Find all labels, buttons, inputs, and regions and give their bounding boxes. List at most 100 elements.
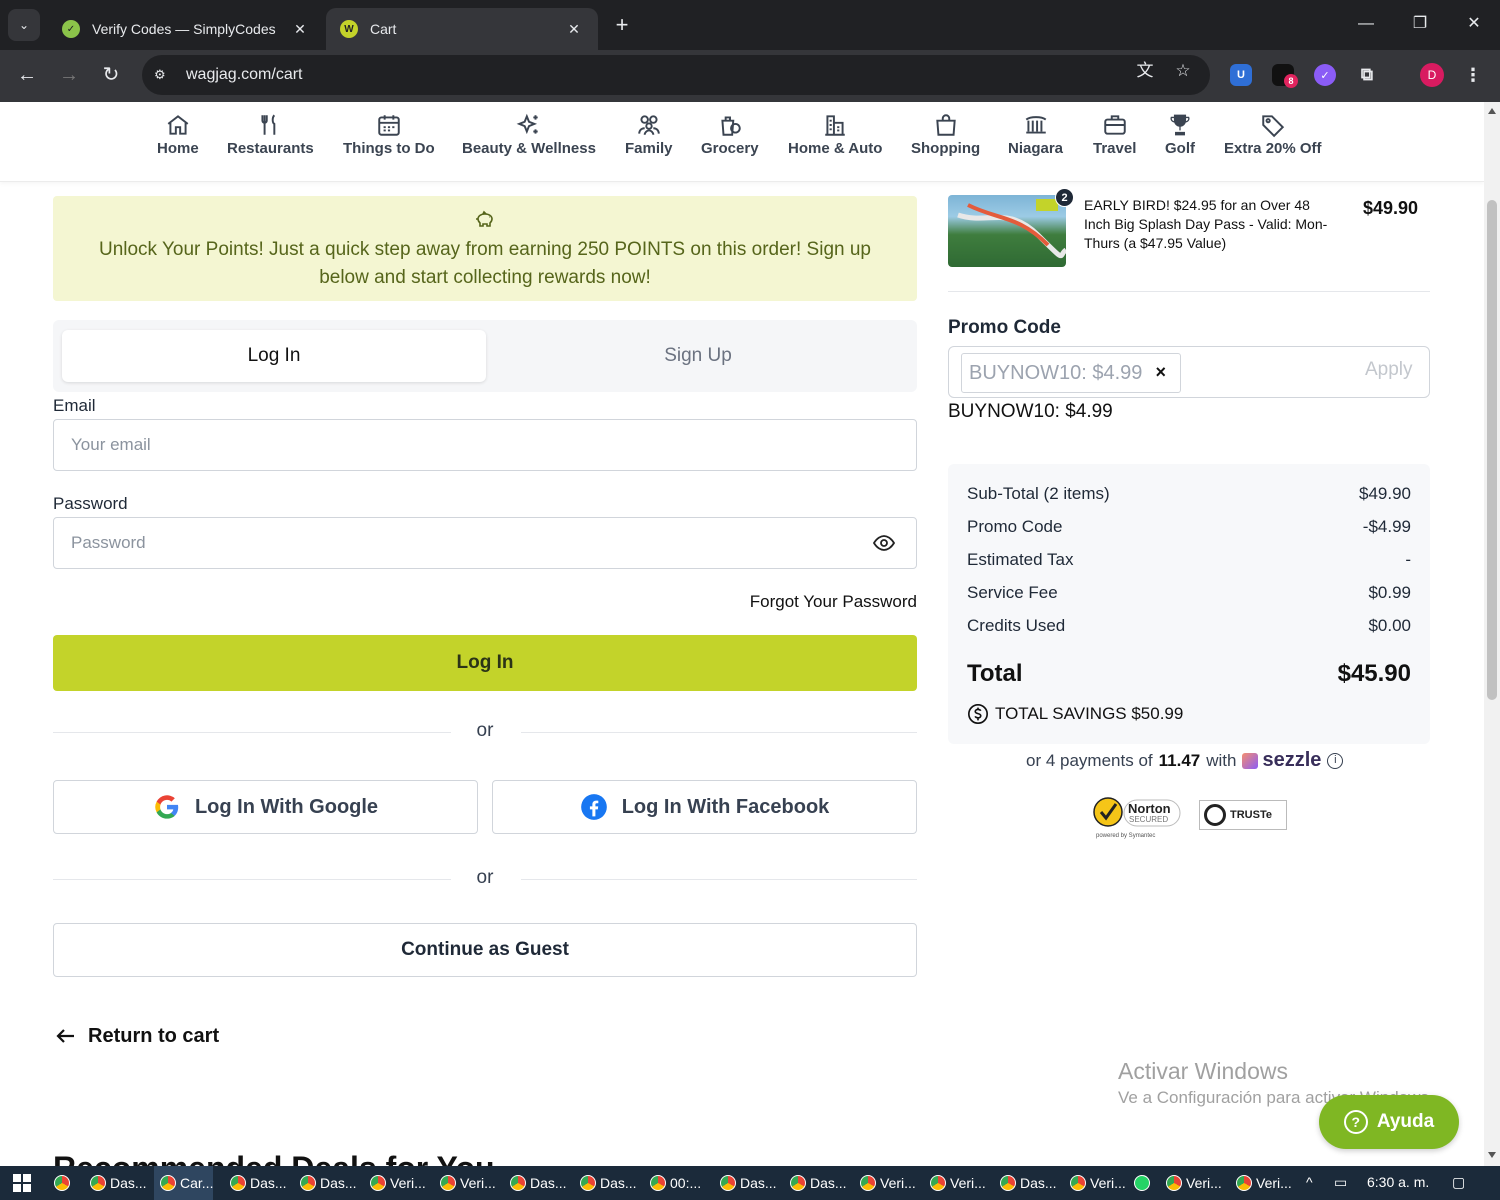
tab-log-in[interactable]: Log In [62, 330, 486, 382]
nav-label: Things to Do [343, 140, 435, 157]
log-in-button[interactable]: Log In [53, 635, 917, 691]
show-password-eye-icon[interactable] [872, 531, 896, 555]
window-close-icon[interactable]: ✕ [1454, 10, 1494, 40]
tab-title: Verify Codes — SimplyCodes [92, 21, 276, 37]
taskbar-item[interactable]: Veri... [434, 1166, 496, 1200]
summary-row: Estimated Tax - [967, 550, 1411, 570]
minimize-icon[interactable]: — [1346, 10, 1386, 40]
nav-label: Extra 20% Off [1224, 140, 1322, 157]
password-field[interactable] [53, 517, 917, 569]
taskbar-item[interactable]: Veri... [1230, 1166, 1292, 1200]
taskbar-item[interactable]: Veri... [854, 1166, 916, 1200]
url-text: wagjag.com/cart [186, 66, 303, 83]
nav-family[interactable]: Family [625, 112, 673, 157]
help-button[interactable]: ? Ayuda [1319, 1095, 1459, 1149]
nav-home-auto[interactable]: Home & Auto [788, 112, 882, 157]
taskbar-item[interactable]: Das... [784, 1166, 847, 1200]
browser-menu-icon[interactable]: ⋮ [1462, 64, 1484, 86]
scroll-down-arrow-icon[interactable] [1488, 1152, 1496, 1158]
promo-code-input[interactable]: BUYNOW10: $4.99 × Apply [948, 346, 1430, 398]
taskbar-item[interactable]: Das... [224, 1166, 287, 1200]
password-label: Password [53, 494, 128, 513]
nav-travel[interactable]: Travel [1093, 112, 1136, 157]
browser-tab-simplycodes[interactable]: ✓ Verify Codes — SimplyCodes ✕ [48, 8, 324, 50]
taskbar-item[interactable]: 00:... [644, 1166, 701, 1200]
notifications-icon[interactable]: ▢ [1452, 1174, 1465, 1191]
bookmark-star-icon[interactable]: ☆ [1172, 60, 1194, 82]
taskbar-item[interactable]: Car... [154, 1166, 214, 1200]
or-divider: or [53, 720, 917, 744]
info-icon[interactable]: i [1327, 752, 1344, 769]
network-icon[interactable]: ▭ [1334, 1174, 1347, 1191]
page-scrollbar[interactable] [1484, 102, 1500, 1166]
tray-chevron-icon[interactable]: ^ [1306, 1174, 1313, 1190]
nav-golf[interactable]: Golf [1165, 112, 1195, 157]
address-bar[interactable]: ⚙ wagjag.com/cart [142, 55, 1210, 95]
restore-icon[interactable]: ❐ [1400, 10, 1440, 40]
taskbar-item[interactable]: Veri... [1064, 1166, 1126, 1200]
taskbar-item[interactable]: Das... [84, 1166, 147, 1200]
shield-extension-icon[interactable]: U [1230, 64, 1252, 86]
wagjag-favicon-icon: W [340, 20, 358, 38]
email-field[interactable] [53, 419, 917, 471]
simplycodes-extension-icon[interactable]: ✓ [1314, 64, 1336, 86]
nav-restaurants[interactable]: Restaurants [227, 112, 314, 157]
tab-sign-up[interactable]: Sign Up [486, 330, 910, 382]
apply-button[interactable]: Apply [1365, 359, 1413, 381]
continue-as-guest-button[interactable]: Continue as Guest [53, 923, 917, 977]
extensions-puzzle-icon[interactable]: ⧉ [1356, 64, 1378, 86]
applied-promo-text: BUYNOW10: $4.99 [948, 401, 1113, 422]
taskbar-item[interactable]: Das... [294, 1166, 357, 1200]
return-to-cart-label: Return to cart [88, 1024, 220, 1047]
taskbar-item[interactable]: Veri... [1160, 1166, 1222, 1200]
taskbar-item[interactable]: Das... [994, 1166, 1057, 1200]
nav-grocery[interactable]: Grocery [701, 112, 759, 157]
summary-row: Service Fee $0.99 [967, 583, 1411, 603]
site-info-icon[interactable]: ⚙ [154, 67, 174, 83]
return-to-cart-link[interactable]: Return to cart [54, 1024, 219, 1048]
remove-promo-icon[interactable]: × [1155, 362, 1166, 383]
taskbar-item[interactable]: Veri... [924, 1166, 986, 1200]
close-tab-icon[interactable]: ✕ [564, 21, 584, 38]
summary-label: Sub-Total (2 items) [967, 484, 1110, 503]
nav-niagara[interactable]: Niagara [1008, 112, 1063, 157]
close-tab-icon[interactable]: ✕ [290, 21, 310, 38]
google-icon [155, 795, 179, 819]
nav-label: Travel [1093, 140, 1137, 157]
translate-icon[interactable]: 文 [1134, 60, 1156, 82]
summary-label: Service Fee [967, 583, 1058, 602]
nav-label: Niagara [1008, 140, 1064, 157]
browser-tab-cart[interactable]: W Cart ✕ [326, 8, 598, 50]
taskbar-whatsapp-icon[interactable] [1128, 1166, 1154, 1200]
extension-badge-icon[interactable]: 8 [1272, 64, 1298, 88]
start-windows-icon[interactable] [8, 1166, 32, 1200]
taskbar-chrome-icon[interactable] [48, 1166, 74, 1200]
taskbar-item[interactable]: Veri... [364, 1166, 426, 1200]
reload-icon[interactable]: ↻ [96, 62, 126, 90]
suitcase-icon [1103, 115, 1126, 135]
sezzle-logo: sezzle [1242, 749, 1321, 772]
log-in-with-google-button[interactable]: Log In With Google [53, 780, 478, 834]
forgot-password-link[interactable]: Forgot Your Password [700, 592, 917, 612]
scroll-up-arrow-icon[interactable] [1488, 108, 1496, 114]
new-tab-icon[interactable]: + [608, 12, 636, 40]
nav-label: Shopping [911, 140, 981, 157]
taskbar-item[interactable]: Das... [574, 1166, 637, 1200]
taskbar-item[interactable]: Das... [714, 1166, 777, 1200]
nav-home[interactable]: Home [157, 112, 199, 157]
log-in-with-facebook-button[interactable]: Log In With Facebook [492, 780, 917, 834]
tab-search-button[interactable]: ⌄ [8, 9, 40, 41]
nav-shopping[interactable]: Shopping [911, 112, 980, 157]
truste-badge: TRUSTe [1199, 800, 1287, 830]
scrollbar-thumb[interactable] [1487, 200, 1497, 700]
forward-arrow-icon[interactable]: → [54, 62, 84, 90]
help-question-icon: ? [1343, 1110, 1368, 1134]
nav-extra-20-off[interactable]: Extra 20% Off [1224, 112, 1322, 157]
back-arrow-icon[interactable]: ← [12, 62, 42, 90]
nav-beauty-wellness[interactable]: Beauty & Wellness [462, 112, 596, 157]
sezzle-installments: or 4 payments of 11.47 with sezzle i [1026, 749, 1344, 772]
clock[interactable]: 6:30 a. m. [1367, 1174, 1429, 1190]
taskbar-item[interactable]: Das... [504, 1166, 567, 1200]
profile-avatar[interactable]: D [1420, 63, 1444, 87]
nav-things-to-do[interactable]: Things to Do [343, 112, 435, 157]
